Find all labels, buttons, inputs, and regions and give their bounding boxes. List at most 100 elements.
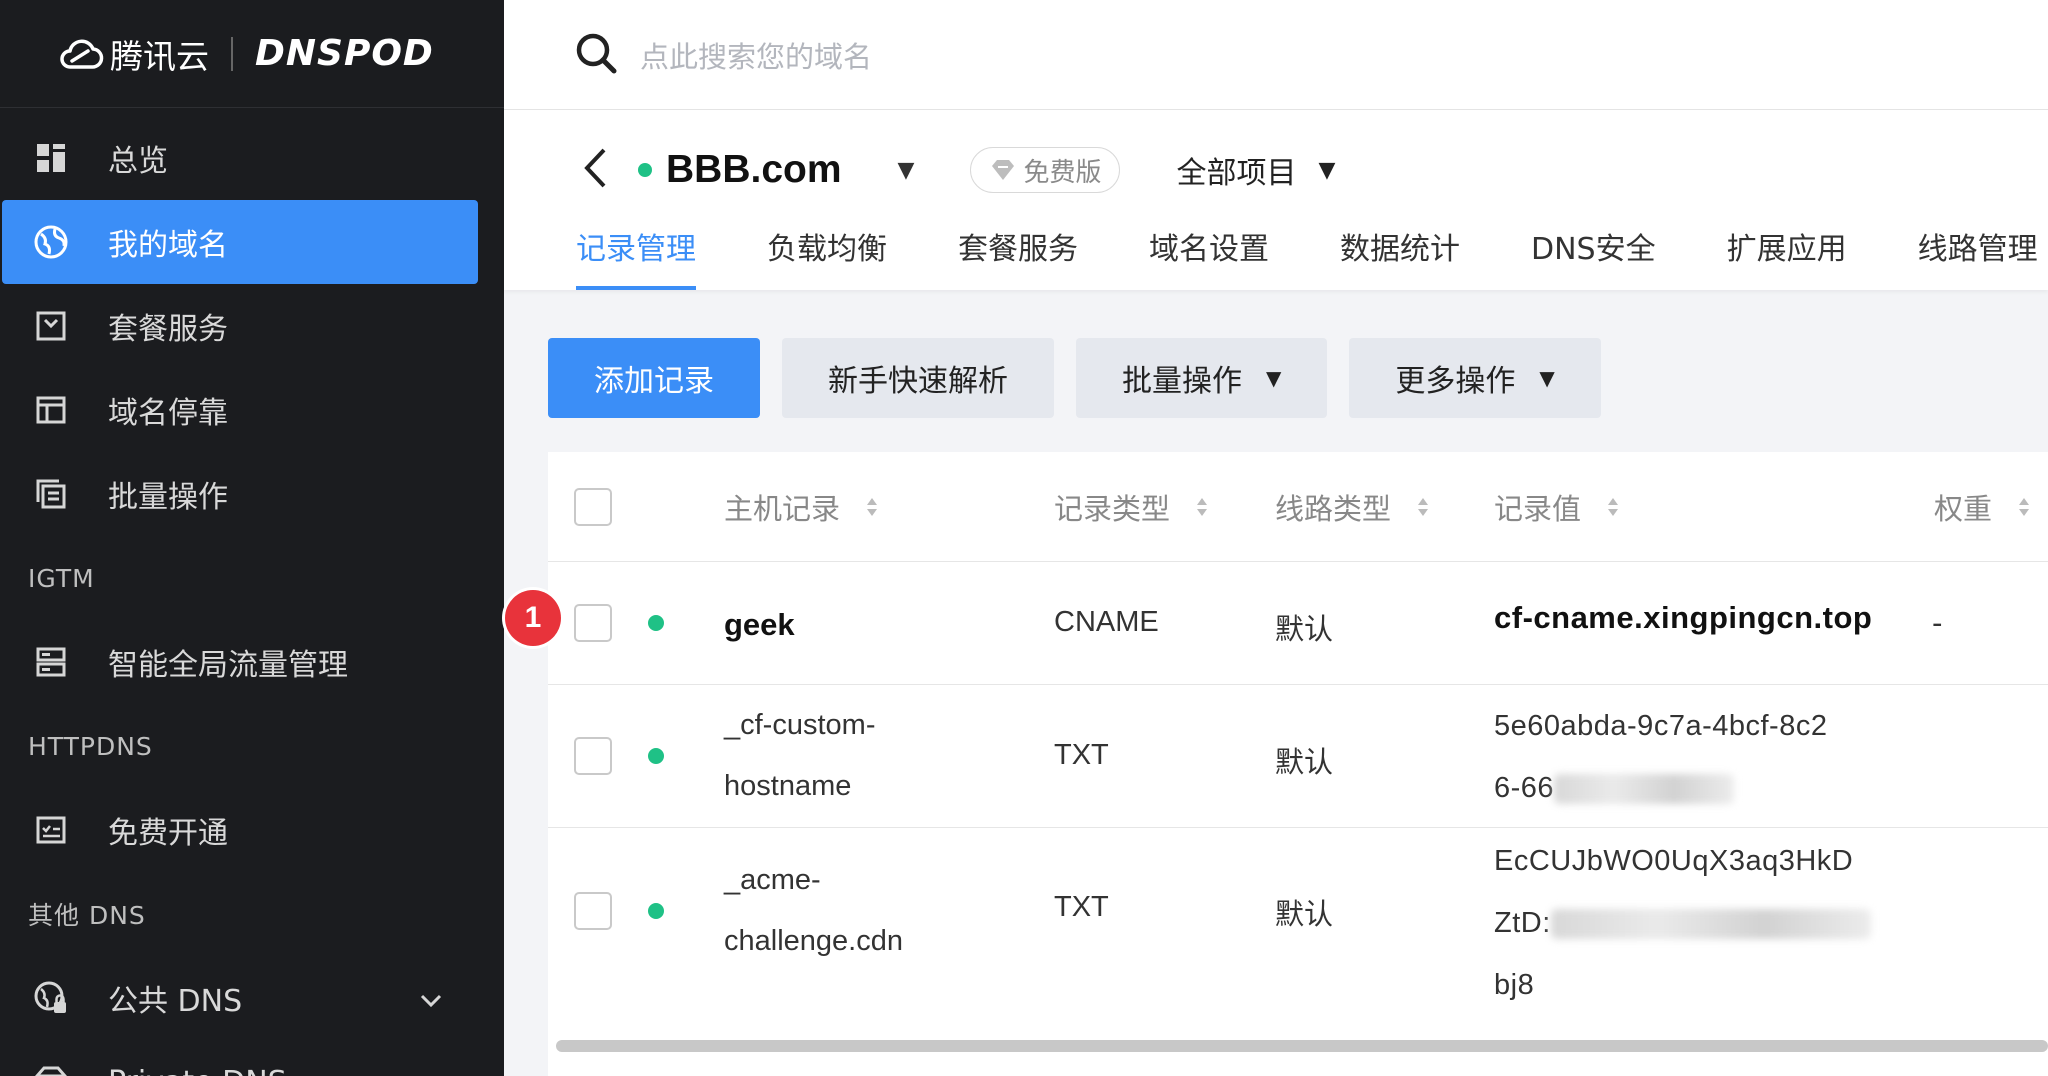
- step-marker: 1: [505, 590, 561, 646]
- checklist-icon: [32, 811, 70, 849]
- sidebar-item-httpdns[interactable]: 免费开通: [0, 788, 504, 872]
- action-toolbar: 添加记录 新手快速解析 批量操作 ▼ 更多操作 ▼: [548, 338, 1601, 418]
- sidebar-item-private-dns[interactable]: Private DNS: [0, 1040, 504, 1076]
- col-host[interactable]: 主机记录: [724, 486, 878, 528]
- domain-name: BBB.com: [666, 148, 842, 191]
- plan-badge[interactable]: 免费版: [970, 147, 1121, 193]
- tab-line-management[interactable]: 线路管理: [1918, 218, 2038, 290]
- sort-icon: [1196, 496, 1208, 518]
- sidebar-item-overview[interactable]: 总览: [0, 116, 504, 200]
- quick-setup-button[interactable]: 新手快速解析: [782, 338, 1054, 418]
- search-icon[interactable]: [574, 31, 618, 79]
- row-checkbox[interactable]: [574, 737, 612, 775]
- section-httpdns: HTTPDNS: [28, 731, 153, 761]
- sort-icon: [1417, 496, 1429, 518]
- horizontal-scrollbar[interactable]: [556, 1040, 2048, 1052]
- record-value: EcCUJbWO0UqX3aq3HkD ZtD: bj8: [1494, 830, 1871, 1016]
- record-value: cf-cname.xingpingcn.top: [1494, 600, 1873, 635]
- sidebar-item-batch[interactable]: 批量操作: [0, 452, 504, 536]
- globe-icon: [32, 223, 70, 261]
- record-type: TXT: [1054, 739, 1109, 771]
- more-actions-label: 更多操作: [1395, 364, 1516, 399]
- record-value-visible: 6-66: [1494, 772, 1555, 804]
- package-icon: [32, 307, 70, 345]
- brand-cloud-text: 腾讯云: [110, 36, 209, 76]
- record-weight: -: [1932, 606, 1943, 640]
- sidebar: 腾讯云 DNSPOD 总览 我的域名 套餐服务 域名停靠 批量操作 IGTM 智…: [0, 0, 504, 1076]
- sidebar-item-label: 套餐服务: [108, 312, 228, 347]
- tab-domain-settings[interactable]: 域名设置: [1149, 218, 1269, 290]
- col-type-label: 记录类型: [1054, 491, 1171, 526]
- stack-icon: [32, 475, 70, 513]
- batch-actions-button[interactable]: 批量操作 ▼: [1076, 338, 1328, 418]
- row-checkbox[interactable]: [574, 604, 612, 642]
- sidebar-item-label: Private DNS: [108, 1065, 287, 1076]
- record-type: TXT: [1054, 891, 1109, 923]
- record-type: CNAME: [1054, 606, 1159, 638]
- redacted-blur: [1554, 774, 1735, 805]
- brand-logo[interactable]: 腾讯云 DNSPOD: [0, 0, 504, 108]
- table-row[interactable]: geek CNAME 默认 cf-cname.xingpingcn.top -: [548, 562, 2048, 685]
- record-line: 默认: [1275, 745, 1334, 779]
- tab-dns-security[interactable]: DNS安全: [1531, 218, 1656, 290]
- diamond-icon: [32, 1063, 70, 1076]
- domain-dropdown-icon[interactable]: ▼: [898, 158, 915, 183]
- sidebar-item-packages[interactable]: 套餐服务: [0, 284, 504, 368]
- sidebar-item-label: 智能全局流量管理: [108, 648, 348, 683]
- redacted-blur: [1550, 909, 1871, 940]
- tab-extensions[interactable]: 扩展应用: [1727, 218, 1847, 290]
- tab-records[interactable]: 记录管理: [576, 218, 696, 290]
- record-line: 默认: [1275, 897, 1334, 931]
- col-weight-label: 权重: [1934, 491, 1993, 526]
- record-value-line: EcCUJbWO0UqX3aq3HkD: [1494, 845, 1854, 877]
- tab-load-balancing[interactable]: 负载均衡: [767, 218, 887, 290]
- select-all-checkbox[interactable]: [574, 488, 612, 526]
- search-bar: 点此搜索您的域名: [504, 0, 2048, 110]
- record-value-line: bj8: [1494, 969, 1535, 1001]
- section-igtm: IGTM: [28, 563, 95, 593]
- chevron-down-icon: ▼: [1539, 366, 1555, 390]
- record-host-line: challenge.cdn: [724, 925, 903, 957]
- sidebar-item-label: 我的域名: [108, 228, 228, 263]
- add-record-button[interactable]: 添加记录: [548, 338, 760, 418]
- brand-divider: [231, 36, 233, 71]
- tab-statistics[interactable]: 数据统计: [1340, 218, 1460, 290]
- record-host: _cf-custom- hostname: [724, 695, 875, 817]
- sidebar-item-public-dns[interactable]: 公共 DNS: [0, 956, 504, 1040]
- table-row[interactable]: _acme- challenge.cdn TXT 默认 EcCUJbWO0UqX…: [548, 828, 2048, 1001]
- sidebar-item-label: 免费开通: [108, 816, 228, 851]
- sort-icon: [866, 496, 878, 518]
- record-value-line: 6-66: [1494, 757, 1827, 819]
- record-host-line: _cf-custom-: [724, 709, 876, 741]
- more-actions-button[interactable]: 更多操作 ▼: [1349, 338, 1601, 418]
- sidebar-item-label: 域名停靠: [108, 396, 228, 431]
- batch-actions-label: 批量操作: [1122, 364, 1242, 399]
- project-label: 全部项目: [1176, 156, 1297, 191]
- col-type[interactable]: 记录类型: [1054, 486, 1208, 528]
- table-header: 主机记录 记录类型 线路类型 记录值 权重: [548, 452, 2048, 562]
- record-host: _acme- challenge.cdn: [724, 850, 903, 972]
- sidebar-item-domain-parking[interactable]: 域名停靠: [0, 368, 504, 452]
- table-row[interactable]: _cf-custom- hostname TXT 默认 5e60abda-9c7…: [548, 685, 2048, 828]
- col-weight[interactable]: 权重: [1934, 486, 2030, 528]
- search-input[interactable]: 点此搜索您的域名: [640, 34, 872, 76]
- chevron-down-icon[interactable]: [420, 981, 442, 1016]
- col-line[interactable]: 线路类型: [1275, 486, 1429, 528]
- project-select[interactable]: 全部项目 ▼: [1176, 148, 1335, 192]
- sort-icon: [1607, 496, 1619, 518]
- globe-lock-icon: [32, 979, 70, 1017]
- record-value-visible: ZtD:: [1494, 907, 1551, 939]
- domain-status-dot: [638, 163, 652, 177]
- row-checkbox[interactable]: [574, 892, 612, 930]
- col-value[interactable]: 记录值: [1494, 486, 1619, 528]
- tab-package[interactable]: 套餐服务: [958, 218, 1078, 290]
- back-icon[interactable]: [582, 147, 608, 193]
- sidebar-item-igtm[interactable]: 智能全局流量管理: [0, 620, 504, 704]
- brand-product: DNSPOD: [255, 33, 434, 74]
- sidebar-item-label: 总览: [108, 144, 168, 179]
- grid-icon: [32, 139, 70, 177]
- sidebar-item-my-domains[interactable]: 我的域名: [2, 200, 478, 284]
- record-host-line: _acme-: [724, 864, 821, 896]
- section-other-dns: 其他 DNS: [28, 901, 146, 930]
- domain-tabs: 记录管理 负载均衡 套餐服务 域名设置 数据统计 DNS安全 扩展应用 线路管理: [576, 218, 2048, 290]
